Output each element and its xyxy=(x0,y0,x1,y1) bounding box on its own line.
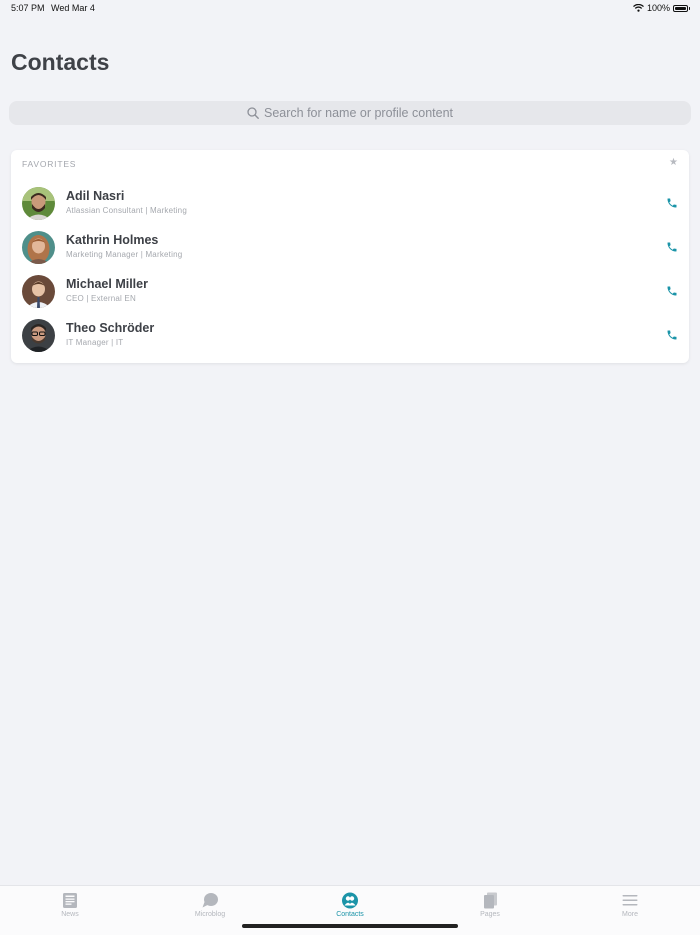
status-right: 100% xyxy=(633,3,690,13)
phone-icon[interactable] xyxy=(666,241,678,253)
status-time: 5:07 PM xyxy=(11,3,45,13)
contact-subtitle: IT Manager | IT xyxy=(66,338,124,347)
contact-row[interactable]: Kathrin Holmes Marketing Manager | Marke… xyxy=(11,226,689,270)
phone-icon[interactable] xyxy=(666,329,678,341)
contact-row[interactable]: Michael Miller CEO | External EN xyxy=(11,270,689,314)
contact-name: Michael Miller xyxy=(66,277,148,291)
tab-label: Pages xyxy=(480,911,500,918)
pages-icon xyxy=(484,892,497,909)
wifi-icon xyxy=(633,4,644,12)
contact-subtitle: CEO | External EN xyxy=(66,294,136,303)
tab-more[interactable]: More xyxy=(560,886,700,935)
contact-subtitle: Marketing Manager | Marketing xyxy=(66,250,183,259)
avatar xyxy=(22,187,55,220)
avatar xyxy=(22,319,55,352)
status-date: Wed Mar 4 xyxy=(51,3,95,13)
tab-news[interactable]: News xyxy=(0,886,140,935)
phone-icon[interactable] xyxy=(666,197,678,209)
star-icon[interactable]: ★ xyxy=(669,157,678,168)
contact-name: Adil Nasri xyxy=(66,189,125,203)
search-icon xyxy=(247,107,259,119)
favorites-header: FAVORITES xyxy=(22,159,77,169)
chat-bubble-icon xyxy=(202,893,218,908)
page-title: Contacts xyxy=(11,49,110,75)
contacts-icon xyxy=(342,892,358,909)
contact-row[interactable]: Adil Nasri Atlassian Consultant | Market… xyxy=(11,182,689,226)
status-bar: 5:07 PM Wed Mar 4 100% xyxy=(0,0,700,18)
contact-name: Kathrin Holmes xyxy=(66,233,159,247)
battery-percent: 100% xyxy=(646,3,670,13)
search-input[interactable]: Search for name or profile content xyxy=(9,101,691,125)
contact-row[interactable]: Theo Schröder IT Manager | IT xyxy=(11,314,689,358)
avatar xyxy=(22,231,55,264)
battery-icon xyxy=(673,4,690,12)
menu-icon xyxy=(622,895,638,906)
news-icon xyxy=(63,893,77,908)
tab-label: Microblog xyxy=(194,911,226,918)
home-indicator xyxy=(242,924,458,928)
contact-name: Theo Schröder xyxy=(66,321,155,335)
favorites-card: FAVORITES ★ Adil Nasri Atlassian Consult… xyxy=(11,150,689,363)
tab-label: Contacts xyxy=(336,911,364,918)
avatar xyxy=(22,275,55,308)
phone-icon[interactable] xyxy=(666,285,678,297)
tab-label: News xyxy=(61,911,79,918)
contact-subtitle: Atlassian Consultant | Marketing xyxy=(66,206,187,215)
search-placeholder: Search for name or profile content xyxy=(264,106,453,120)
tab-label: More xyxy=(622,911,638,918)
